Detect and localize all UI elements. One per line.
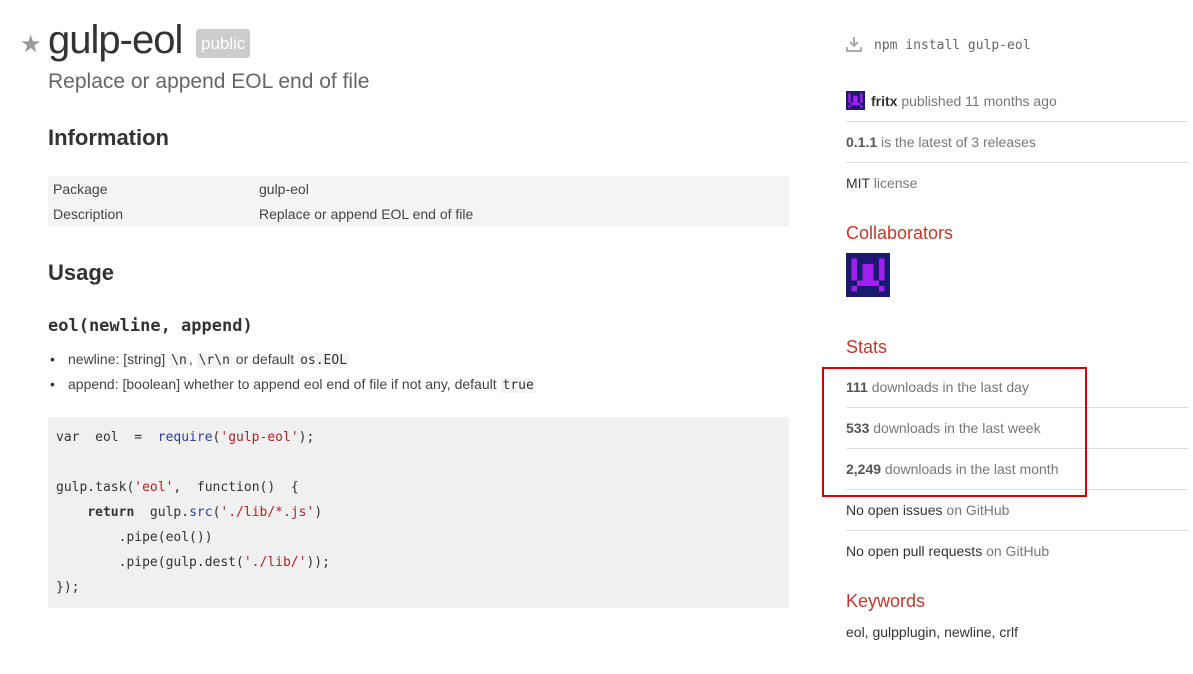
collaborator-avatar[interactable] (846, 253, 890, 297)
keywords-heading: Keywords (846, 591, 926, 611)
star-icon[interactable]: ★ (20, 30, 42, 58)
table-row: Package gulp-eol (48, 176, 789, 201)
license-text: license (869, 175, 918, 191)
information-heading: Information (48, 125, 169, 150)
keywords-list[interactable]: eol, gulpplugin, newline, crlf (846, 624, 1018, 640)
pulls-text: No open pull requests (846, 543, 983, 559)
code-block: var eol = require('gulp-eol'); gulp.task… (48, 417, 789, 608)
code-line: .pipe(eol()) (56, 530, 213, 545)
github-link[interactable]: on GitHub (943, 502, 1009, 518)
version-row: 0.1.1 is the latest of 3 releases (846, 122, 1188, 163)
package-title: gulp-eol (48, 18, 183, 62)
inline-code: true (500, 378, 536, 393)
pulls-row[interactable]: No open pull requests on GitHub (846, 531, 1188, 572)
table-row: Description Replace or append EOL end of… (48, 201, 789, 226)
license-name: MIT (846, 175, 870, 191)
version-number[interactable]: 0.1.1 (846, 134, 877, 150)
inline-code: \r\n (196, 353, 232, 368)
version-text: is the latest of 3 releases (877, 134, 1036, 150)
param-text: or default (231, 351, 299, 367)
github-link[interactable]: on GitHub (982, 543, 1049, 559)
information-table: Package gulp-eol Description Replace or … (48, 176, 789, 226)
public-badge: public (196, 29, 251, 58)
list-item: append: [boolean] whether to append eol … (48, 373, 536, 398)
params-list: newline: [string] \n, \r\n or default os… (48, 348, 536, 398)
stats-highlight-box (822, 367, 1087, 497)
info-value: gulp-eol (259, 180, 309, 197)
code-line: .pipe(gulp.dest('./lib/')); (56, 555, 330, 570)
code-line: var eol = require('gulp-eol'); (56, 430, 315, 445)
inline-code: \n (169, 353, 189, 368)
published-text: published 11 months ago (897, 93, 1057, 109)
publisher-avatar[interactable] (846, 91, 865, 110)
usage-heading: Usage (48, 260, 115, 285)
param-text: append: [boolean] whether to append eol … (68, 376, 501, 392)
stats-heading: Stats (846, 337, 888, 357)
publisher-link[interactable]: fritx (871, 93, 897, 109)
inline-code: os.EOL (298, 353, 350, 368)
param-text: newline: [string] (68, 351, 170, 367)
download-icon (846, 37, 862, 52)
install-text: npm install gulp-eol (874, 38, 1031, 53)
license-row: MIT license (846, 163, 1188, 204)
info-value: Replace or append EOL end of file (259, 205, 474, 222)
code-line: }); (56, 580, 80, 595)
collaborators-heading: Collaborators (846, 223, 954, 243)
code-line: gulp.task('eol', function() { (56, 480, 299, 495)
issues-text: No open issues (846, 502, 943, 518)
install-command[interactable]: npm install gulp-eol (846, 36, 1031, 56)
info-key: Description (53, 205, 124, 222)
list-item: newline: [string] \n, \r\n or default os… (48, 348, 536, 373)
publisher-row: fritx published 11 months ago (846, 81, 1188, 122)
package-description: Replace or append EOL end of file (48, 70, 370, 93)
info-key: Package (53, 180, 108, 197)
function-signature: eol(newline, append) (48, 316, 253, 336)
param-text: , (188, 351, 197, 367)
code-line: return gulp.src('./lib/*.js') (87, 505, 323, 520)
